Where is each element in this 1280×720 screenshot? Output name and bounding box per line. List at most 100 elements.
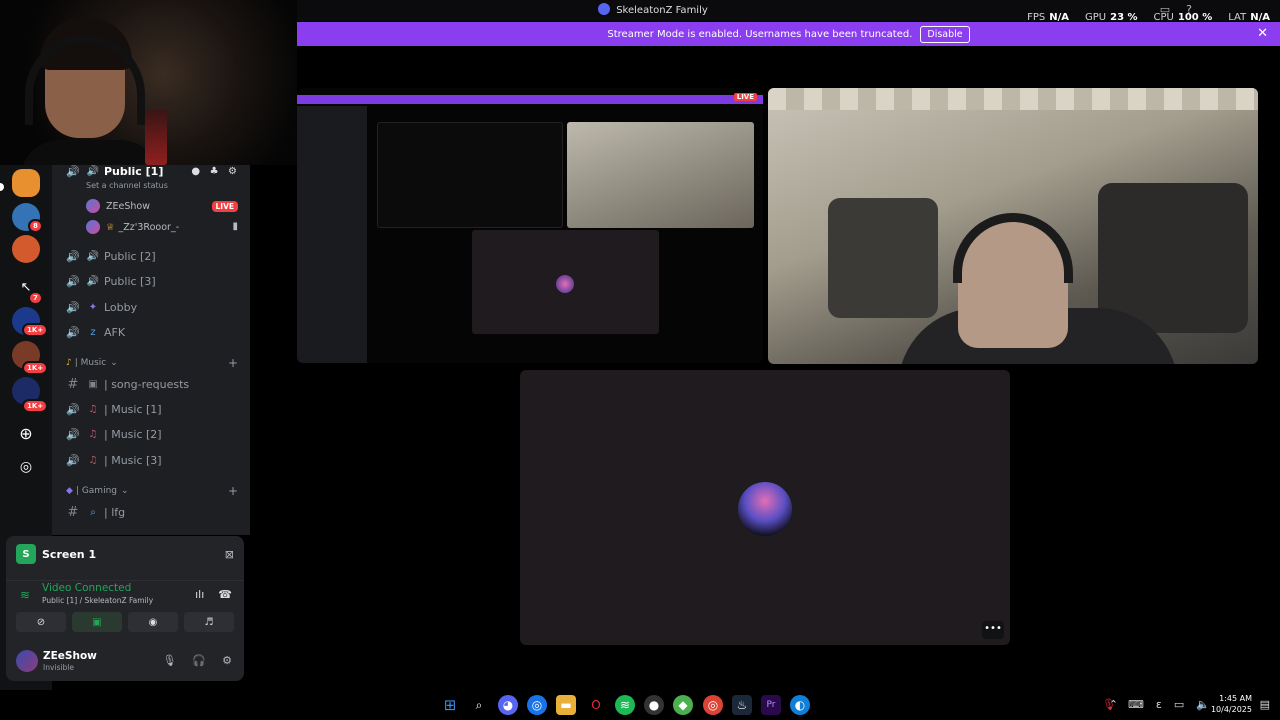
keyboard-icon[interactable]: ⌨ (1128, 698, 1144, 711)
live-badge: LIVE (733, 93, 757, 101)
voice-user[interactable]: ♕ _Zz'3Rooor_- (86, 217, 179, 237)
speaker-icon: 🔊 (66, 274, 80, 288)
channel-music-3[interactable]: 🔊 ♫ | Music [3] (52, 449, 250, 471)
channel-public-2[interactable]: 🔊 🔊 Public [2] (52, 245, 250, 267)
spotify-icon[interactable]: ≋ (615, 695, 635, 715)
account-panel[interactable]: ZEeShow Invisible 🎙 🎧 ⚙ (16, 648, 236, 676)
voice-location[interactable]: Public [1] / SkeleatonZ Family (42, 596, 153, 605)
screen-share-tile[interactable]: LIVE (297, 88, 763, 363)
notification-icon[interactable]: ▤ (1260, 698, 1270, 711)
channel-label: | Music [2] (104, 427, 162, 441)
server-badge: 8 (28, 219, 43, 233)
premiere-icon[interactable]: Pr (761, 695, 781, 715)
sleep-icon: z (90, 326, 96, 338)
chrome-icon[interactable]: ◎ (527, 695, 547, 715)
channel-list: 🔊 🔊 Public [1] ● ♣ ⚙ Set a channel statu… (52, 165, 250, 535)
server-orange-icon[interactable] (12, 169, 40, 197)
network-icon[interactable]: ▭ (1174, 698, 1184, 711)
add-channel-icon[interactable]: + (228, 484, 238, 498)
discover-icon[interactable]: ◎ (12, 453, 40, 481)
channel-afk[interactable]: 🔊 z AFK (52, 321, 250, 343)
channel-status[interactable]: Set a channel status (86, 181, 168, 190)
sparkle-icon: ✦ (88, 301, 98, 313)
screen-title-text: Screen 1 (42, 547, 97, 561)
add-server-icon[interactable]: ⊕ (12, 419, 40, 447)
speaker-icon: 🔊 (66, 165, 80, 178)
channel-music-1[interactable]: 🔊 ♫ | Music [1] (52, 398, 250, 420)
speaker-icon: 🔊 (66, 249, 80, 263)
avatar-tile[interactable]: ••• (520, 370, 1010, 645)
activity-button[interactable]: ◉ (128, 612, 178, 632)
clock[interactable]: 1:45 AM 10/4/2025 (1211, 693, 1252, 715)
opera-icon[interactable]: O (586, 695, 606, 715)
nested-cam-tile (567, 122, 754, 228)
windows-start-icon[interactable]: ⊞ (440, 695, 460, 715)
banner-text: Streamer Mode is enabled. Usernames have… (607, 28, 913, 40)
channel-lfg[interactable]: # ⌕ | lfg (52, 501, 250, 523)
hash-icon: # (67, 376, 79, 392)
category-gaming[interactable]: ◆ | Gaming ⌄ + (66, 484, 238, 498)
disconnect-icon[interactable]: ☎ (218, 588, 232, 601)
radio-icon: ▣ (88, 378, 98, 390)
chrome-alt-icon[interactable]: ◎ (703, 695, 723, 715)
channel-actions-icons[interactable]: ● ♣ ⚙ (191, 166, 240, 177)
app-green-icon[interactable]: ◆ (673, 695, 693, 715)
account-status: Invisible (43, 663, 74, 672)
microphone-icon[interactable]: 🎙 (162, 654, 176, 667)
microphone-icon[interactable]: 🎙 (1102, 698, 1116, 711)
nested-screen-tile (377, 122, 563, 228)
voice-controls: ılı ☎ (195, 588, 232, 601)
category-music[interactable]: ♪ | Music ⌄ + (66, 356, 238, 370)
discord-app-icon[interactable]: ◕ (498, 695, 518, 715)
locked-speaker-icon: 🔊 (66, 427, 80, 441)
screen-share-button[interactable]: ▣ (72, 612, 122, 632)
channel-song-requests[interactable]: # ▣ | song-requests (52, 373, 250, 395)
gear-icon[interactable]: ⚙ (222, 654, 232, 667)
speaker-icon: 🔊 (66, 300, 80, 314)
avatar[interactable] (16, 650, 38, 672)
voice-user[interactable]: ZEeShow (86, 196, 150, 216)
channel-label: Lobby (104, 300, 138, 314)
edge-icon[interactable]: ◐ (790, 695, 810, 715)
close-icon[interactable]: ✕ (1257, 26, 1268, 41)
avatar (86, 199, 100, 213)
cam-pillow (828, 198, 938, 318)
channel-public-1[interactable]: 🔊 🔊 Public [1] ● ♣ ⚙ (52, 165, 250, 182)
clock-time: 1:45 AM (1219, 694, 1252, 703)
channel-label: AFK (104, 325, 126, 339)
channel-music-2[interactable]: 🔊 ♫ | Music [2] (52, 423, 250, 445)
noise-suppression-icon[interactable]: ılı (195, 588, 204, 601)
disable-streamer-mode-button[interactable]: Disable (920, 25, 970, 43)
webcam-glass (145, 110, 167, 165)
signal-icon[interactable]: ≋ (20, 588, 30, 602)
headphones-icon[interactable]: 🎧 (192, 654, 206, 667)
server-badge: 7 (28, 291, 43, 305)
folder-icon[interactable]: ▬ (556, 695, 576, 715)
github-icon[interactable]: ● (644, 695, 664, 715)
soundboard-button[interactable]: ♬ (184, 612, 234, 632)
live-badge: LIVE (211, 201, 238, 212)
user-name: ZEeShow (106, 200, 150, 212)
channel-lobby[interactable]: 🔊 ✦ Lobby (52, 296, 250, 318)
steam-icon[interactable]: ♨ (732, 695, 752, 715)
add-channel-icon[interactable]: + (228, 356, 238, 370)
search-icon[interactable]: ⌕ (469, 695, 489, 715)
server-cloud-icon[interactable] (12, 235, 40, 263)
user-name: _Zz'3Rooor_- (118, 221, 180, 233)
speaker-icon: 🔊 (86, 275, 100, 287)
more-options-icon[interactable]: ••• (982, 621, 1004, 639)
voice-status[interactable]: Video Connected (42, 582, 131, 594)
chevron-down-icon: ⌄ (110, 358, 118, 368)
channel-public-3[interactable]: 🔊 🔊 Public [3] (52, 270, 250, 292)
hash-icon: # (67, 504, 79, 520)
volume-icon[interactable]: 🔈 (1196, 698, 1210, 711)
language-icon[interactable]: ε (1156, 698, 1162, 711)
camera-tile[interactable] (768, 88, 1258, 364)
nested-sidebar (297, 106, 367, 363)
server-badge: 1K+ (22, 361, 49, 375)
screen-share-icon: S (16, 544, 36, 564)
music-note-icon: ♫ (88, 454, 98, 466)
tray-icons: 🎙 ⌨ ε ▭ 🔈 (1102, 698, 1210, 711)
camera-off-button[interactable]: ⊘ (16, 612, 66, 632)
stop-stream-icon[interactable]: ⊠ (225, 548, 234, 561)
